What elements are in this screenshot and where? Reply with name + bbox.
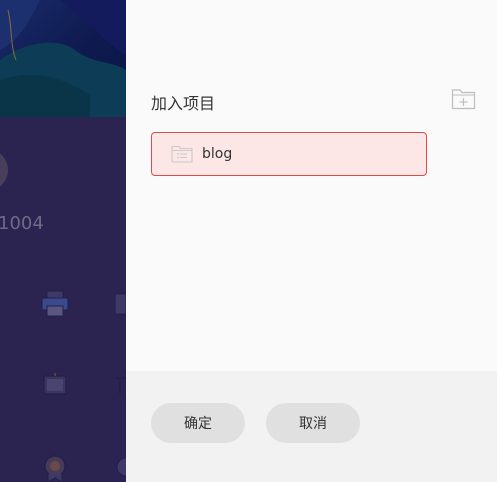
background-app: 1004 xyxy=(0,0,126,482)
panel-title: 加入项目 xyxy=(151,94,216,113)
printer-icon xyxy=(41,290,69,317)
partial-icon-2 xyxy=(116,377,126,394)
confirm-button[interactable]: 确定 xyxy=(151,403,245,443)
panel-footer: 确定 取消 xyxy=(126,371,497,482)
folder-plus-icon[interactable] xyxy=(451,87,476,110)
partial-icon-3 xyxy=(116,457,126,477)
board-icon xyxy=(43,373,67,395)
background-avatar xyxy=(0,149,8,191)
folder-list-icon xyxy=(171,145,193,163)
project-item-blog[interactable]: blog xyxy=(151,132,427,176)
background-user-id: 1004 xyxy=(0,213,44,234)
add-to-project-panel: 加入项目 blog 确定 取消 xyxy=(126,0,497,482)
cancel-button[interactable]: 取消 xyxy=(266,403,360,443)
background-header-image xyxy=(0,0,126,117)
partial-icon xyxy=(114,293,126,315)
project-item-label: blog xyxy=(202,146,233,162)
medal-icon xyxy=(44,455,66,482)
